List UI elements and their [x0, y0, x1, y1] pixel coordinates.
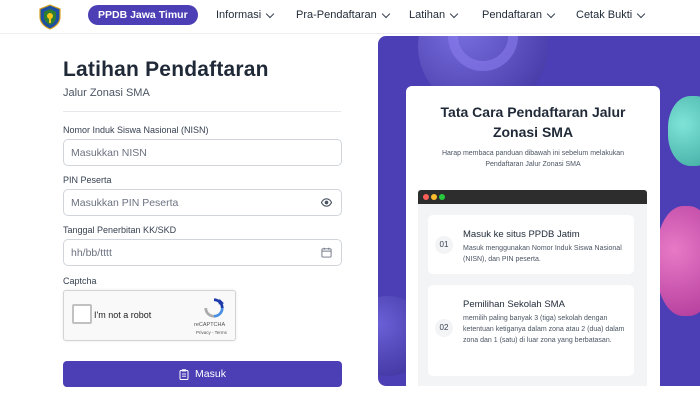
recaptcha-icon: [204, 298, 225, 318]
close-dot-icon: [423, 194, 429, 200]
recaptcha-checkbox-label: I'm not a robot: [94, 310, 152, 320]
steps-window: 01 Masuk ke situs PPDB Jatim Masuk mengg…: [418, 190, 647, 386]
decorative-blob: [668, 96, 700, 166]
nav-pra-pendaftaran-label: Pra-Pendaftaran: [296, 9, 377, 21]
guide-card: Tata Cara Pendaftaran Jalur Zonasi SMA H…: [406, 86, 660, 386]
nisn-input[interactable]: [64, 140, 304, 165]
captcha-label: Captcha: [63, 276, 97, 286]
step-description: memilih paling banyak 3 (tiga) sekolah d…: [463, 315, 625, 344]
chevron-down-icon: [266, 9, 275, 18]
clipboard-icon: [179, 368, 189, 380]
nav-pra-pendaftaran[interactable]: Pra-Pendaftaran: [296, 9, 390, 21]
recaptcha-links[interactable]: Privacy - Terms: [196, 330, 227, 335]
step-card: 02 Pemilihan Sekolah SMA memilih paling …: [428, 285, 634, 376]
nav-cetak-bukti-label: Cetak Bukti: [576, 9, 633, 21]
masuk-button-label: Masuk: [195, 368, 226, 380]
divider: [63, 111, 341, 112]
nav-pendaftaran-label: Pendaftaran: [482, 9, 542, 21]
guide-title: Tata Cara Pendaftaran Jalur Zonasi SMA: [440, 104, 626, 140]
eye-icon[interactable]: [321, 197, 332, 208]
pin-label: PIN Peserta: [63, 175, 112, 185]
date-label: Tanggal Penerbitan KK/SKD: [63, 225, 177, 235]
page-subtitle: Jalur Zonasi SMA: [63, 87, 150, 99]
step-title: Pemilihan Sekolah SMA: [463, 299, 565, 310]
nav-latihan[interactable]: Latihan: [409, 9, 459, 21]
date-field-wrapper: [63, 239, 342, 266]
page-title: Latihan Pendaftaran: [63, 58, 269, 81]
nav-informasi[interactable]: Informasi: [216, 9, 275, 21]
calendar-icon[interactable]: [321, 247, 332, 258]
nav-pendaftaran[interactable]: Pendaftaran: [482, 9, 556, 21]
guide-description: Harap membaca panduan dibawah ini sebelu…: [441, 150, 625, 168]
step-number: 01: [435, 236, 453, 254]
pin-input[interactable]: [64, 190, 304, 215]
step-card: 01 Masuk ke situs PPDB Jatim Masuk mengg…: [428, 215, 634, 274]
nisn-field-wrapper: [63, 139, 342, 166]
jawa-timur-logo-icon[interactable]: [38, 4, 62, 30]
window-titlebar: [418, 190, 647, 204]
nav-cetak-bukti[interactable]: Cetak Bukti: [576, 9, 646, 21]
chevron-down-icon: [381, 9, 390, 18]
top-navbar: PPDB Jawa Timur Informasi Pra-Pendaftara…: [0, 0, 700, 34]
minimize-dot-icon: [431, 194, 437, 200]
decorative-blob: [656, 206, 700, 316]
date-input[interactable]: [64, 240, 304, 265]
chevron-down-icon: [449, 9, 459, 18]
pin-field-wrapper: [63, 189, 342, 216]
nisn-label: Nomor Induk Siswa Nasional (NISN): [63, 125, 209, 135]
maximize-dot-icon: [439, 194, 445, 200]
recaptcha-widget: I'm not a robot reCAPTCHA Privacy - Term…: [63, 290, 236, 341]
brand-badge[interactable]: PPDB Jawa Timur: [88, 5, 198, 25]
nav-informasi-label: Informasi: [216, 9, 262, 21]
chevron-down-icon: [637, 9, 646, 18]
step-title: Masuk ke situs PPDB Jatim: [463, 229, 580, 240]
chevron-down-icon: [546, 9, 556, 18]
recaptcha-checkbox[interactable]: [72, 304, 92, 324]
masuk-button[interactable]: Masuk: [63, 361, 342, 387]
recaptcha-brand: reCAPTCHA: [194, 322, 226, 328]
step-number: 02: [435, 319, 453, 337]
nav-latihan-label: Latihan: [409, 9, 446, 21]
step-description: Masuk menggunakan Nomor Induk Siswa Nasi…: [463, 245, 622, 263]
guide-panel: Tata Cara Pendaftaran Jalur Zonasi SMA H…: [378, 36, 700, 386]
